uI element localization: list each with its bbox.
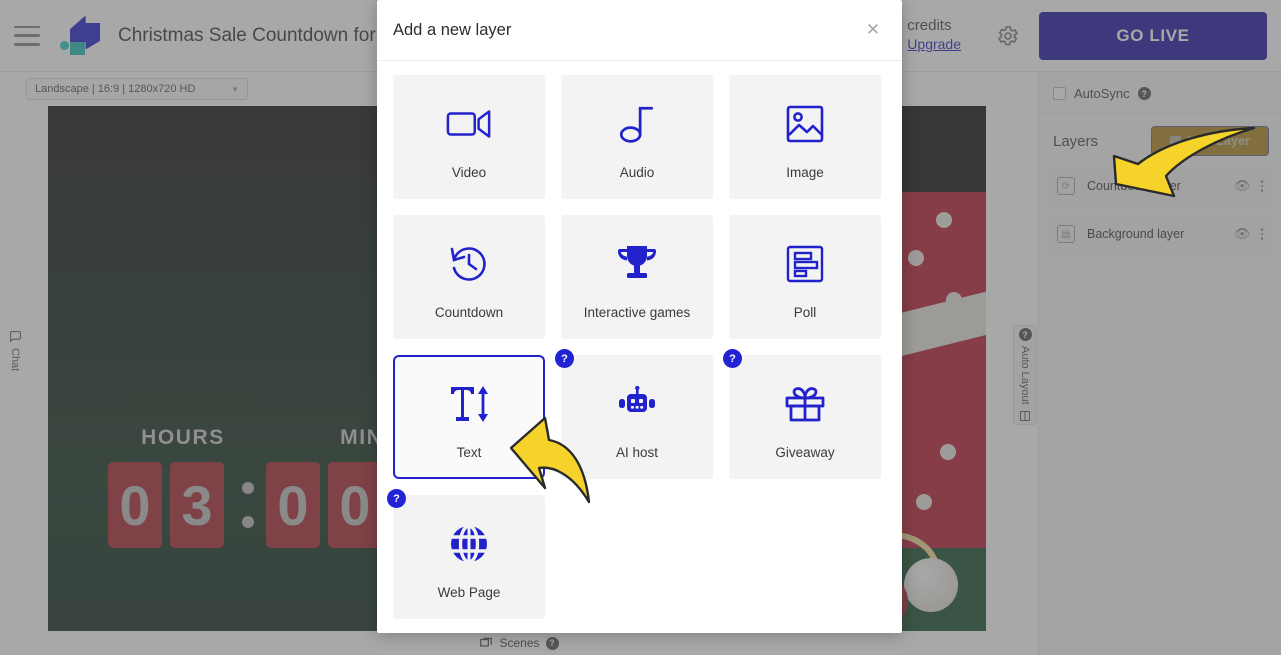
layer-card-video[interactable]: Video — [393, 75, 545, 199]
layer-card-text[interactable]: Text — [393, 355, 545, 479]
layer-card-web-page[interactable]: ? Web Page — [387, 489, 545, 619]
music-note-icon — [617, 95, 657, 153]
layer-card-label: AI host — [615, 444, 659, 460]
image-icon — [785, 95, 825, 153]
layer-card-label: Image — [786, 164, 824, 180]
layer-card-label: Web Page — [437, 584, 501, 600]
layer-card-countdown[interactable]: Countdown — [393, 215, 545, 339]
video-camera-icon — [446, 95, 492, 153]
modal-body: Video Audio Image Countdown Interactive … — [377, 61, 902, 633]
question-mark-icon[interactable]: ? — [555, 349, 574, 368]
close-icon[interactable]: ✕ — [862, 19, 884, 41]
layer-card-label: Countdown — [434, 304, 504, 320]
layer-card-label: Poll — [793, 304, 817, 320]
application-window: Christmas Sale Countdown for Faceboo cre… — [0, 0, 1281, 655]
layer-card-label: Text — [456, 444, 482, 460]
layer-card-ai-host[interactable]: ? AI host — [555, 349, 713, 479]
modal-title: Add a new layer — [393, 20, 512, 39]
layer-card-audio[interactable]: Audio — [561, 75, 713, 199]
text-height-icon — [445, 375, 493, 433]
layer-card-poll[interactable]: Poll — [729, 215, 881, 339]
layer-card-label: Audio — [619, 164, 655, 180]
layer-card-giveaway[interactable]: ? Giveaway — [723, 349, 881, 479]
question-mark-icon[interactable]: ? — [387, 489, 406, 508]
layer-type-grid: Video Audio Image Countdown Interactive … — [387, 75, 886, 619]
layer-card-interactive-games[interactable]: Interactive games — [561, 215, 713, 339]
gift-icon — [783, 375, 827, 433]
question-mark-icon[interactable]: ? — [723, 349, 742, 368]
globe-icon — [447, 515, 491, 573]
layer-card-image[interactable]: Image — [729, 75, 881, 199]
trophy-icon — [615, 235, 659, 293]
layer-card-label: Giveaway — [775, 444, 835, 460]
modal-header: Add a new layer ✕ — [377, 0, 902, 61]
robot-icon — [614, 375, 660, 433]
add-layer-modal: Add a new layer ✕ Video Audio Image Coun… — [377, 0, 902, 633]
layer-card-label: Video — [451, 164, 487, 180]
layer-card-label: Interactive games — [583, 304, 691, 320]
poll-bars-icon — [786, 235, 824, 293]
clock-rewind-icon — [448, 235, 490, 293]
